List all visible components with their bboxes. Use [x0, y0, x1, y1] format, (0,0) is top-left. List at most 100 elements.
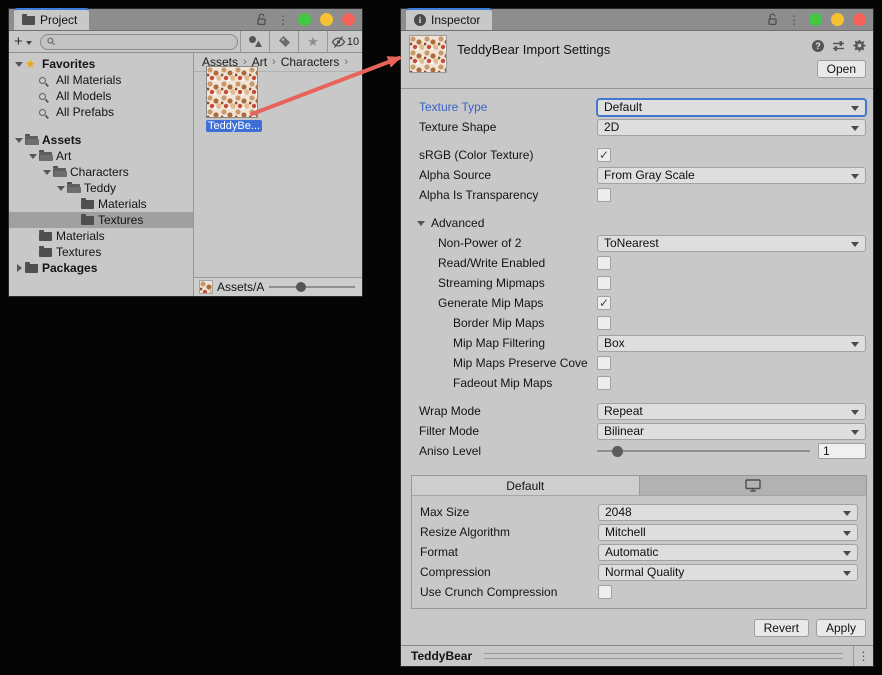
- tree-item-teddy[interactable]: Teddy: [9, 180, 193, 196]
- generate-mipmaps-checkbox[interactable]: ✓: [597, 296, 611, 310]
- tree-item-all-models[interactable]: All Models: [9, 88, 193, 104]
- tree-item-textures[interactable]: Textures: [9, 244, 193, 260]
- mip-filtering-label: Mip Map Filtering: [453, 336, 597, 350]
- fadeout-mipmaps-label: Fadeout Mip Maps: [453, 376, 597, 390]
- foldout-closed-icon[interactable]: [17, 264, 22, 272]
- tree-item-teddy-materials[interactable]: Materials: [9, 196, 193, 212]
- project-folder-tree: ★ Favorites All Materials All Models All: [9, 53, 194, 296]
- crunch-compression-checkbox[interactable]: [598, 585, 612, 599]
- create-asset-button[interactable]: +: [14, 35, 23, 49]
- teddybear-texture-thumbnail[interactable]: [206, 66, 258, 118]
- folder-icon: [22, 16, 35, 25]
- tree-item-favorites[interactable]: ★ Favorites: [9, 56, 193, 72]
- drag-handle[interactable]: [484, 653, 843, 659]
- fadeout-mipmaps-checkbox[interactable]: [597, 376, 611, 390]
- asset-label-selected: TeddyBe...: [206, 120, 262, 132]
- alpha-source-dropdown[interactable]: From Gray Scale: [597, 167, 866, 184]
- filter-by-label-button[interactable]: [270, 31, 299, 53]
- presets-icon[interactable]: [832, 40, 845, 52]
- filter-mode-dropdown[interactable]: Bilinear: [597, 423, 866, 440]
- tab-inspector[interactable]: i Inspector: [406, 8, 492, 30]
- project-search[interactable]: [40, 34, 238, 50]
- help-icon[interactable]: ?: [812, 40, 824, 52]
- filter-by-type-button[interactable]: [241, 31, 270, 53]
- gear-icon[interactable]: [853, 39, 866, 52]
- tree-item-packages[interactable]: Packages: [9, 260, 193, 276]
- foldout-open-icon[interactable]: [15, 138, 23, 143]
- foldout-open-icon[interactable]: [29, 154, 37, 159]
- search-input[interactable]: [58, 36, 231, 48]
- window-green-circle[interactable]: [809, 13, 822, 26]
- tree-item-assets[interactable]: Assets: [9, 132, 193, 148]
- star-icon: ★: [307, 34, 319, 50]
- search-query-icon: [39, 77, 46, 84]
- footer-menu-icon[interactable]: ⋮: [854, 650, 873, 662]
- foldout-open-icon[interactable]: [57, 186, 65, 191]
- format-dropdown[interactable]: Automatic: [598, 544, 858, 561]
- resize-algorithm-dropdown[interactable]: Mitchell: [598, 524, 858, 541]
- mip-preserve-coverage-checkbox[interactable]: [597, 356, 611, 370]
- tree-item-teddy-textures[interactable]: Textures: [9, 212, 193, 228]
- tree-item-all-materials[interactable]: All Materials: [9, 72, 193, 88]
- revert-button[interactable]: Revert: [754, 619, 809, 637]
- srgb-checkbox[interactable]: ✓: [597, 148, 611, 162]
- border-mipmaps-checkbox[interactable]: [597, 316, 611, 330]
- aniso-level-slider[interactable]: [597, 450, 810, 452]
- streaming-mipmaps-checkbox[interactable]: [597, 276, 611, 290]
- slider-knob[interactable]: [296, 282, 306, 292]
- wrap-mode-dropdown[interactable]: Repeat: [597, 403, 866, 420]
- lock-icon[interactable]: [256, 13, 268, 26]
- window-green-circle[interactable]: [298, 13, 311, 26]
- tree-item-materials[interactable]: Materials: [9, 228, 193, 244]
- platform-tab-standalone[interactable]: [640, 476, 867, 495]
- generate-mipmaps-label: Generate Mip Maps: [438, 296, 597, 310]
- asset-preview-footer[interactable]: TeddyBear ⋮: [401, 645, 873, 666]
- foldout-open-icon[interactable]: [15, 62, 23, 67]
- texture-type-label: Texture Type: [419, 100, 597, 114]
- max-size-dropdown[interactable]: 2048: [598, 504, 858, 521]
- create-dropdown-icon[interactable]: [26, 41, 32, 45]
- window-yellow-circle[interactable]: [320, 13, 333, 26]
- tab-project[interactable]: Project: [14, 8, 89, 30]
- breadcrumb-characters[interactable]: Characters: [281, 55, 340, 69]
- project-tabbar: Project ⋮: [9, 9, 362, 31]
- compression-dropdown[interactable]: Normal Quality: [598, 564, 858, 581]
- window-red-circle[interactable]: [342, 13, 355, 26]
- advanced-foldout[interactable]: Advanced: [401, 213, 873, 233]
- alpha-source-label: Alpha Source: [419, 168, 597, 182]
- npot-dropdown[interactable]: ToNearest: [597, 235, 866, 252]
- alpha-is-transparency-checkbox[interactable]: [597, 188, 611, 202]
- tree-item-art[interactable]: Art: [9, 148, 193, 164]
- foldout-open-icon[interactable]: [43, 170, 51, 175]
- texture-type-dropdown[interactable]: Default: [597, 99, 866, 116]
- wrap-mode-label: Wrap Mode: [419, 404, 597, 418]
- thumbnail-size-slider[interactable]: [269, 286, 355, 288]
- folder-icon: [39, 232, 52, 241]
- tag-icon: [278, 35, 291, 48]
- tree-item-characters[interactable]: Characters: [9, 164, 193, 180]
- aniso-level-value[interactable]: 1: [818, 443, 866, 459]
- window-yellow-circle[interactable]: [831, 13, 844, 26]
- texture-shape-dropdown[interactable]: 2D: [597, 119, 866, 136]
- import-settings-body: Texture Type Default Texture Shape 2D sR…: [401, 89, 873, 637]
- open-button[interactable]: Open: [817, 60, 866, 78]
- mip-filtering-dropdown[interactable]: Box: [597, 335, 866, 352]
- check-icon: ✓: [599, 297, 609, 309]
- platform-settings-box: Default Max Size 2048: [411, 475, 867, 609]
- tree-item-all-prefabs[interactable]: All Prefabs: [9, 104, 193, 120]
- window-menu-icon[interactable]: ⋮: [788, 14, 800, 26]
- apply-button[interactable]: Apply: [816, 619, 866, 637]
- foldout-open-icon: [417, 221, 425, 226]
- platform-tab-default[interactable]: Default: [412, 476, 640, 495]
- slider-handle[interactable]: [612, 446, 623, 457]
- hidden-items-button[interactable]: 10: [328, 31, 362, 53]
- chevron-right-icon: ›: [272, 56, 276, 68]
- asset-teddybear[interactable]: TeddyBe...: [206, 66, 262, 132]
- lock-icon[interactable]: [767, 13, 779, 26]
- read-write-checkbox[interactable]: [597, 256, 611, 270]
- max-size-label: Max Size: [420, 505, 598, 519]
- favorites-filter-button[interactable]: ★: [299, 31, 328, 53]
- window-red-circle[interactable]: [853, 13, 866, 26]
- window-menu-icon[interactable]: ⋮: [277, 14, 289, 26]
- open-folder-icon: [39, 152, 52, 161]
